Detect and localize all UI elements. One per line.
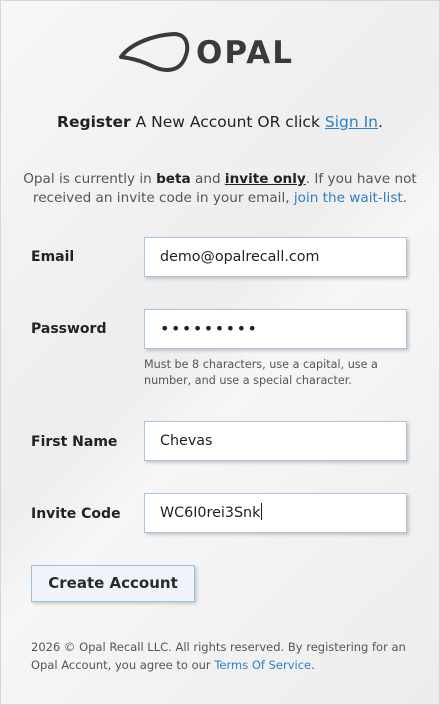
register-bold: Register [57, 113, 131, 131]
footer-end: . [311, 658, 315, 672]
password-hint: Must be 8 characters, use a capital, use… [144, 358, 378, 387]
register-end: . [378, 113, 383, 131]
register-heading: Register A New Account OR click Sign In. [0, 113, 440, 131]
email-label: Email [31, 249, 75, 265]
notice-invite-only: invite only [224, 171, 306, 187]
beta-notice: Opal is currently in beta and invite onl… [22, 170, 418, 208]
notice-beta: beta [156, 171, 191, 187]
create-account-button[interactable]: Create Account [31, 565, 195, 602]
terms-of-service-link[interactable]: Terms Of Service [214, 658, 311, 672]
logo-wordmark: OPAL [196, 34, 294, 71]
sign-in-link[interactable]: Sign In [325, 113, 378, 131]
waitlist-link[interactable]: join the wait-list [294, 190, 403, 206]
opal-leaf-icon [119, 32, 190, 72]
opal-logo: OPAL [118, 30, 323, 76]
first-name-field[interactable]: Chevas [144, 421, 407, 461]
first-name-label: First Name [31, 434, 118, 450]
notice-and: and [190, 171, 225, 187]
register-text: A New Account OR click [130, 113, 325, 131]
notice-end: . [402, 190, 408, 206]
password-field[interactable]: ••••••••• [144, 309, 407, 349]
invite-code-label: Invite Code [31, 506, 121, 522]
email-field[interactable]: demo@opalrecall.com [144, 237, 407, 277]
invite-code-field[interactable]: WC6I0rei3Snk [144, 493, 407, 533]
text-caret [261, 503, 263, 520]
notice-pre: Opal is currently in [23, 171, 157, 187]
footer-legal: 2026 © Opal Recall LLC. All rights reser… [31, 638, 416, 674]
invite-code-value: WC6I0rei3Snk [160, 505, 261, 521]
password-label: Password [31, 321, 107, 337]
